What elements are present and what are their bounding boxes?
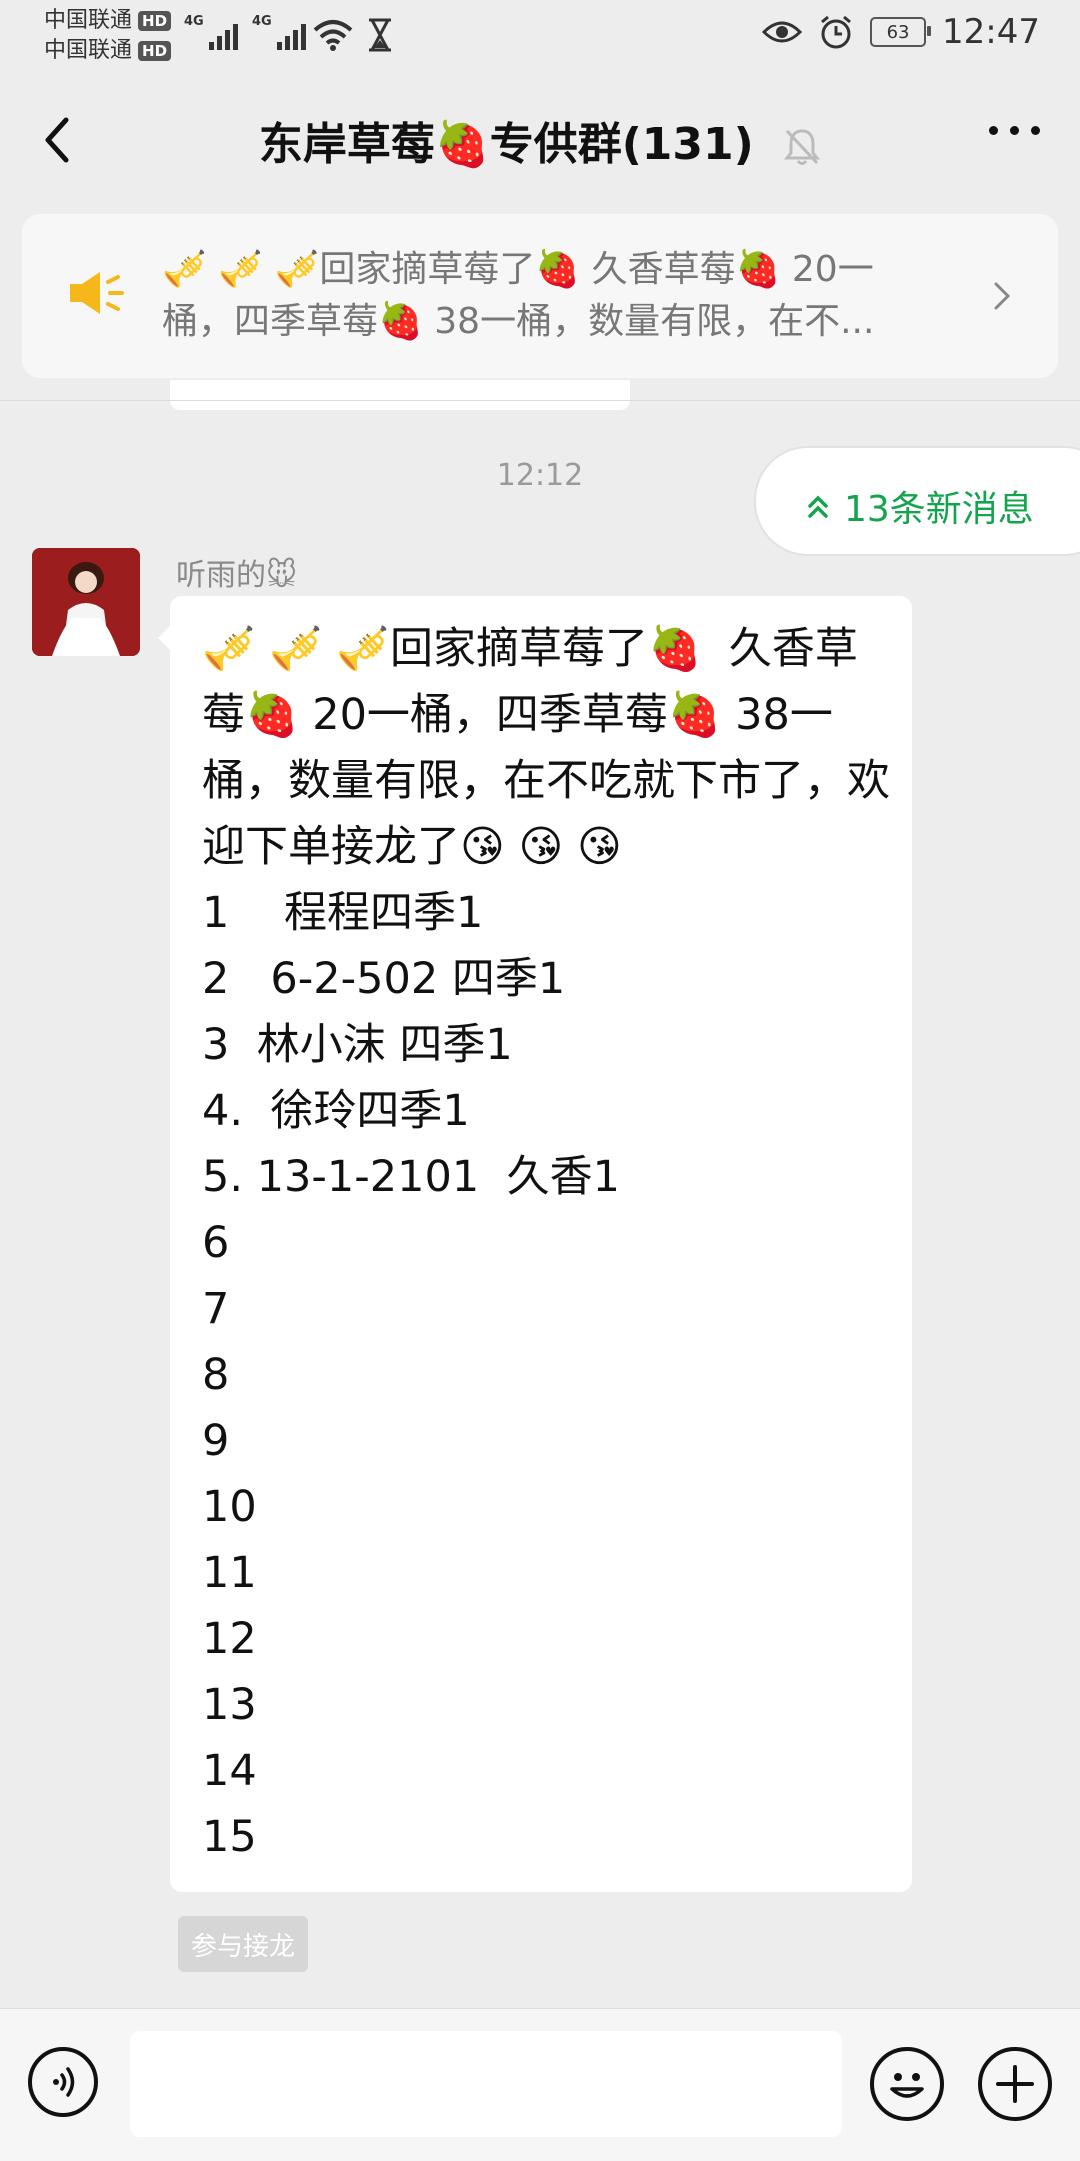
message-input[interactable] (130, 2031, 842, 2137)
previous-message-bubble (170, 380, 630, 410)
wifi-icon (313, 20, 353, 51)
group-announcement[interactable]: 🎺 🎺 🎺回家摘草莓了🍓 久香草莓🍓 20一桶，四季草莓🍓 38一桶，数量有限，… (22, 214, 1058, 378)
chat-title-area: 东岸草莓🍓专供群(131) (0, 108, 1080, 172)
hd-badge: HD (138, 41, 172, 61)
carrier-2: 中国联通 (44, 38, 133, 63)
double-chevron-up-icon (808, 495, 828, 518)
new-messages-button[interactable]: 13条新消息 (754, 446, 1080, 556)
mute-bell-icon (783, 129, 821, 165)
input-bar (0, 2008, 1080, 2161)
sender-name: 听雨的🐭 (176, 558, 298, 593)
eye-icon (762, 21, 803, 43)
status-bar: 中国联通 HD 中国联通 HD 4G 4G 63 12:47 (0, 0, 1080, 74)
chevron-right-icon (994, 282, 1011, 310)
hd-badge: HD (138, 11, 172, 31)
announcement-text: 🎺 🎺 🎺回家摘草莓了🍓 久香草莓🍓 20一桶，四季草莓🍓 38一桶，数量有限，… (162, 249, 875, 342)
emoji-button[interactable] (870, 2047, 944, 2121)
voice-icon (53, 2067, 75, 2097)
clock: 12:47 (942, 12, 1040, 52)
signal-icon: 4G (252, 14, 306, 50)
battery-indicator: 63 (870, 17, 932, 47)
chat-title: 东岸草莓🍓专供群(131) (258, 119, 754, 170)
divider (0, 400, 1080, 401)
avatar[interactable] (32, 548, 140, 656)
carrier-1: 中国联通 (44, 8, 133, 33)
plus-icon (996, 2065, 1034, 2103)
smiley-icon (890, 2073, 924, 2098)
message-text: 🎺 🎺 🎺回家摘草莓了🍓 久香草莓🍓 20一桶，四季草莓🍓 38一桶，数量有限，… (202, 624, 890, 1862)
join-solitaire-button[interactable]: 参与接龙 (178, 1916, 308, 1972)
voice-input-button[interactable] (28, 2047, 98, 2117)
signal-icon: 4G (184, 14, 238, 50)
carrier-info: 中国联通 HD 中国联通 HD (44, 6, 172, 66)
hourglass-icon (369, 18, 391, 52)
chat-header: 东岸草莓🍓专供群(131) (0, 74, 1080, 204)
alarm-icon (821, 15, 851, 49)
more-functions-button[interactable] (978, 2047, 1052, 2121)
more-options-icon[interactable] (989, 126, 1040, 135)
message-bubble[interactable]: 🎺 🎺 🎺回家摘草莓了🍓 久香草莓🍓 20一桶，四季草莓🍓 38一桶，数量有限，… (158, 596, 912, 1892)
new-messages-label: 13条新消息 (844, 489, 1034, 530)
megaphone-icon (70, 272, 124, 314)
